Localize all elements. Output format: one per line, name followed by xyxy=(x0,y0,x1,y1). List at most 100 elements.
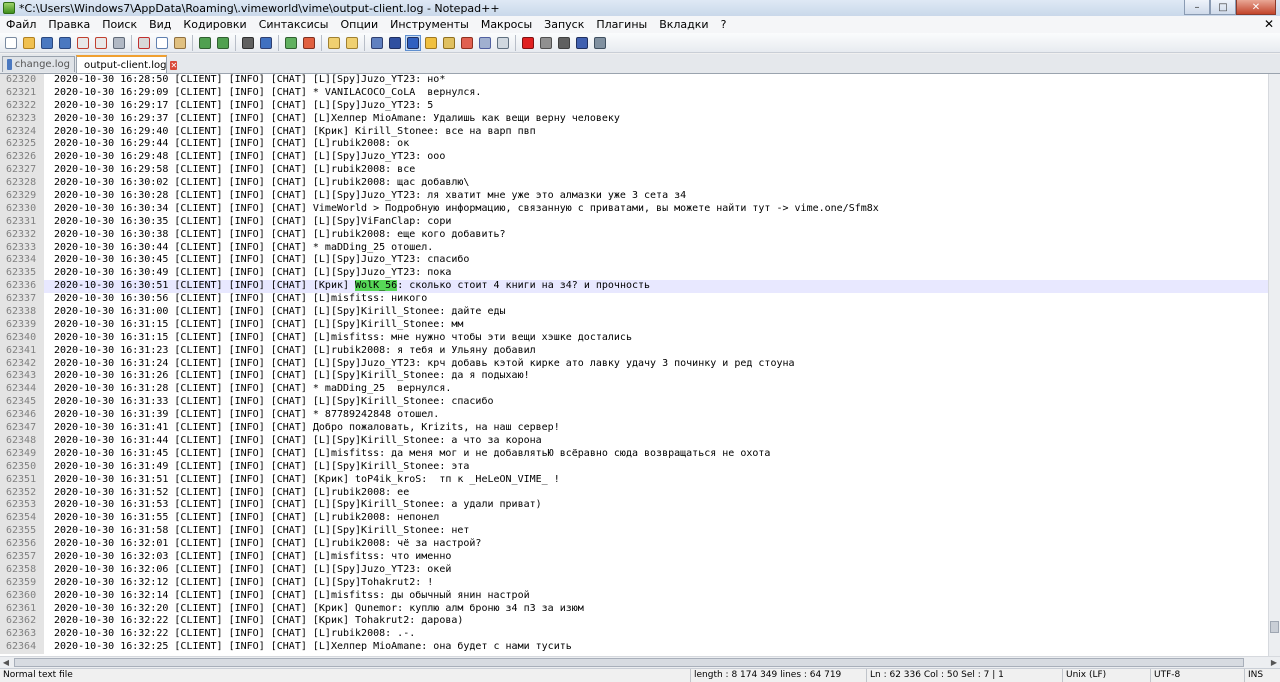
editor-line[interactable]: 62354 2020-10-30 16:31:55 [CLIENT] [INFO]… xyxy=(0,512,1268,526)
editor-line[interactable]: 62324 2020-10-30 16:29:40 [CLIENT] [INFO]… xyxy=(0,125,1268,139)
editor-line[interactable]: 62357 2020-10-30 16:32:03 [CLIENT] [INFO]… xyxy=(0,550,1268,564)
editor-line[interactable]: 62344 2020-10-30 16:31:28 [CLIENT] [INFO]… xyxy=(0,383,1268,397)
stop-record-button[interactable] xyxy=(538,35,554,51)
menu-help[interactable]: ? xyxy=(715,16,733,33)
scroll-right-arrow-icon[interactable]: ▶ xyxy=(1268,657,1280,668)
editor-line[interactable]: 62352 2020-10-30 16:31:52 [CLIENT] [INFO]… xyxy=(0,486,1268,500)
maximize-button[interactable]: □ xyxy=(1210,0,1236,15)
monitoring-button[interactable] xyxy=(495,35,511,51)
tab-change-log[interactable]: change.log xyxy=(2,56,75,72)
close-window-button[interactable]: ✕ xyxy=(1236,0,1276,15)
menu-macro[interactable]: Макросы xyxy=(475,16,538,33)
redo-button[interactable] xyxy=(215,35,231,51)
tab-close-icon[interactable]: ✕ xyxy=(170,60,178,70)
tab-output-client-log[interactable]: output-client.log ✕ xyxy=(76,55,178,73)
close-file-button[interactable] xyxy=(75,35,91,51)
editor-line[interactable]: 62342 2020-10-30 16:31:24 [CLIENT] [INFO]… xyxy=(0,357,1268,371)
editor-line[interactable]: 62358 2020-10-30 16:32:06 [CLIENT] [INFO]… xyxy=(0,563,1268,577)
editor-line[interactable]: 62343 2020-10-30 16:31:26 [CLIENT] [INFO]… xyxy=(0,370,1268,384)
sync-horizontal-button[interactable] xyxy=(344,35,360,51)
save-all-button[interactable] xyxy=(57,35,73,51)
paste-button[interactable] xyxy=(172,35,188,51)
vertical-scroll-thumb[interactable] xyxy=(1270,621,1279,633)
editor-line[interactable]: 62332 2020-10-30 16:30:38 [CLIENT] [INFO]… xyxy=(0,228,1268,242)
editor-line[interactable]: 62347 2020-10-30 16:31:41 [CLIENT] [INFO]… xyxy=(0,422,1268,435)
horizontal-scrollbar[interactable]: ◀ ▶ xyxy=(0,656,1280,668)
editor-line[interactable]: 62339 2020-10-30 16:31:15 [CLIENT] [INFO]… xyxy=(0,318,1268,332)
editor-line[interactable]: 62323 2020-10-30 16:29:37 [CLIENT] [INFO]… xyxy=(0,112,1268,126)
editor-line[interactable]: 62350 2020-10-30 16:31:49 [CLIENT] [INFO]… xyxy=(0,460,1268,474)
show-all-chars-button[interactable] xyxy=(387,35,403,51)
editor-line[interactable]: 62326 2020-10-30 16:29:48 [CLIENT] [INFO]… xyxy=(0,151,1268,165)
editor-line[interactable]: 62336 2020-10-30 16:30:51 [CLIENT] [INFO]… xyxy=(0,280,1268,294)
print-button[interactable] xyxy=(111,35,127,51)
editor-line[interactable]: 62361 2020-10-30 16:32:20 [CLIENT] [INFO]… xyxy=(0,602,1268,616)
editor-line[interactable]: 62330 2020-10-30 16:30:34 [CLIENT] [INFO]… xyxy=(0,202,1268,216)
editor-line[interactable]: 62356 2020-10-30 16:32:01 [CLIENT] [INFO]… xyxy=(0,538,1268,551)
replace-button[interactable] xyxy=(258,35,274,51)
playback-macro-button[interactable] xyxy=(556,35,572,51)
editor-line[interactable]: 62338 2020-10-30 16:31:00 [CLIENT] [INFO]… xyxy=(0,306,1268,319)
vertical-scrollbar[interactable] xyxy=(1268,74,1280,656)
record-macro-button[interactable] xyxy=(520,35,536,51)
close-document-icon[interactable]: ✕ xyxy=(1264,16,1274,33)
editor-line[interactable]: 62348 2020-10-30 16:31:44 [CLIENT] [INFO]… xyxy=(0,434,1268,448)
menu-file[interactable]: Файл xyxy=(0,16,42,33)
folder-workspace-button[interactable] xyxy=(477,35,493,51)
editor-line[interactable]: 62362 2020-10-30 16:32:22 [CLIENT] [INFO]… xyxy=(0,615,1268,629)
editor-line[interactable]: 62335 2020-10-30 16:30:49 [CLIENT] [INFO]… xyxy=(0,267,1268,281)
editor-line[interactable]: 62364 2020-10-30 16:32:25 [CLIENT] [INFO]… xyxy=(0,641,1268,655)
horizontal-scroll-thumb[interactable] xyxy=(14,658,1244,667)
editor-line[interactable]: 62325 2020-10-30 16:29:44 [CLIENT] [INFO]… xyxy=(0,138,1268,152)
editor-line[interactable]: 62340 2020-10-30 16:31:15 [CLIENT] [INFO]… xyxy=(0,331,1268,345)
editor-line[interactable]: 62331 2020-10-30 16:30:35 [CLIENT] [INFO]… xyxy=(0,215,1268,229)
cut-button[interactable] xyxy=(136,35,152,51)
menu-plugins[interactable]: Плагины xyxy=(590,16,653,33)
editor-line[interactable]: 62320 2020-10-30 16:28:50 [CLIENT] [INFO]… xyxy=(0,74,1268,87)
editor-line[interactable]: 62337 2020-10-30 16:30:56 [CLIENT] [INFO]… xyxy=(0,293,1268,307)
undo-button[interactable] xyxy=(197,35,213,51)
open-file-button[interactable] xyxy=(21,35,37,51)
editor-line[interactable]: 62346 2020-10-30 16:31:39 [CLIENT] [INFO]… xyxy=(0,409,1268,423)
find-button[interactable] xyxy=(240,35,256,51)
close-all-button[interactable] xyxy=(93,35,109,51)
editor-line[interactable]: 62341 2020-10-30 16:31:23 [CLIENT] [INFO]… xyxy=(0,344,1268,358)
menu-search[interactable]: Поиск xyxy=(96,16,143,33)
zoom-in-button[interactable] xyxy=(283,35,299,51)
editor-line[interactable]: 62360 2020-10-30 16:32:14 [CLIENT] [INFO]… xyxy=(0,589,1268,603)
indent-guide-button[interactable] xyxy=(405,34,421,51)
editor-line[interactable]: 62333 2020-10-30 16:30:44 [CLIENT] [INFO]… xyxy=(0,241,1268,255)
save-button[interactable] xyxy=(39,35,55,51)
menu-language[interactable]: Синтаксисы xyxy=(253,16,335,33)
editor-line[interactable]: 62363 2020-10-30 16:32:22 [CLIENT] [INFO]… xyxy=(0,628,1268,642)
run-macro-multiple-button[interactable] xyxy=(574,35,590,51)
doc-map-button[interactable] xyxy=(441,35,457,51)
menu-settings[interactable]: Опции xyxy=(334,16,384,33)
user-language-button[interactable] xyxy=(423,35,439,51)
text-editor[interactable]: 62320 2020-10-30 16:28:50 [CLIENT] [INFO]… xyxy=(0,74,1268,656)
function-list-button[interactable] xyxy=(459,35,475,51)
editor-line[interactable]: 62321 2020-10-30 16:29:09 [CLIENT] [INFO]… xyxy=(0,86,1268,100)
zoom-out-button[interactable] xyxy=(301,35,317,51)
word-wrap-button[interactable] xyxy=(369,35,385,51)
menu-tools[interactable]: Инструменты xyxy=(384,16,475,33)
menu-view[interactable]: Вид xyxy=(143,16,177,33)
editor-line[interactable]: 62345 2020-10-30 16:31:33 [CLIENT] [INFO]… xyxy=(0,396,1268,410)
editor-line[interactable]: 62327 2020-10-30 16:29:58 [CLIENT] [INFO]… xyxy=(0,164,1268,178)
editor-line[interactable]: 62359 2020-10-30 16:32:12 [CLIENT] [INFO]… xyxy=(0,576,1268,590)
scroll-left-arrow-icon[interactable]: ◀ xyxy=(0,657,12,668)
minimize-button[interactable]: – xyxy=(1184,0,1210,15)
editor-line[interactable]: 62355 2020-10-30 16:31:58 [CLIENT] [INFO]… xyxy=(0,525,1268,539)
menu-window[interactable]: Вкладки xyxy=(653,16,714,33)
sync-vertical-button[interactable] xyxy=(326,35,342,51)
new-file-button[interactable] xyxy=(3,35,19,51)
menu-edit[interactable]: Правка xyxy=(42,16,96,33)
editor-line[interactable]: 62322 2020-10-30 16:29:17 [CLIENT] [INFO]… xyxy=(0,99,1268,113)
editor-line[interactable]: 62349 2020-10-30 16:31:45 [CLIENT] [INFO]… xyxy=(0,447,1268,461)
menu-run[interactable]: Запуск xyxy=(538,16,590,33)
editor-line[interactable]: 62328 2020-10-30 16:30:02 [CLIENT] [INFO]… xyxy=(0,177,1268,191)
save-macro-button[interactable] xyxy=(592,35,608,51)
editor-line[interactable]: 62329 2020-10-30 16:30:28 [CLIENT] [INFO]… xyxy=(0,190,1268,203)
menu-encoding[interactable]: Кодировки xyxy=(177,16,252,33)
copy-button[interactable] xyxy=(154,35,170,51)
